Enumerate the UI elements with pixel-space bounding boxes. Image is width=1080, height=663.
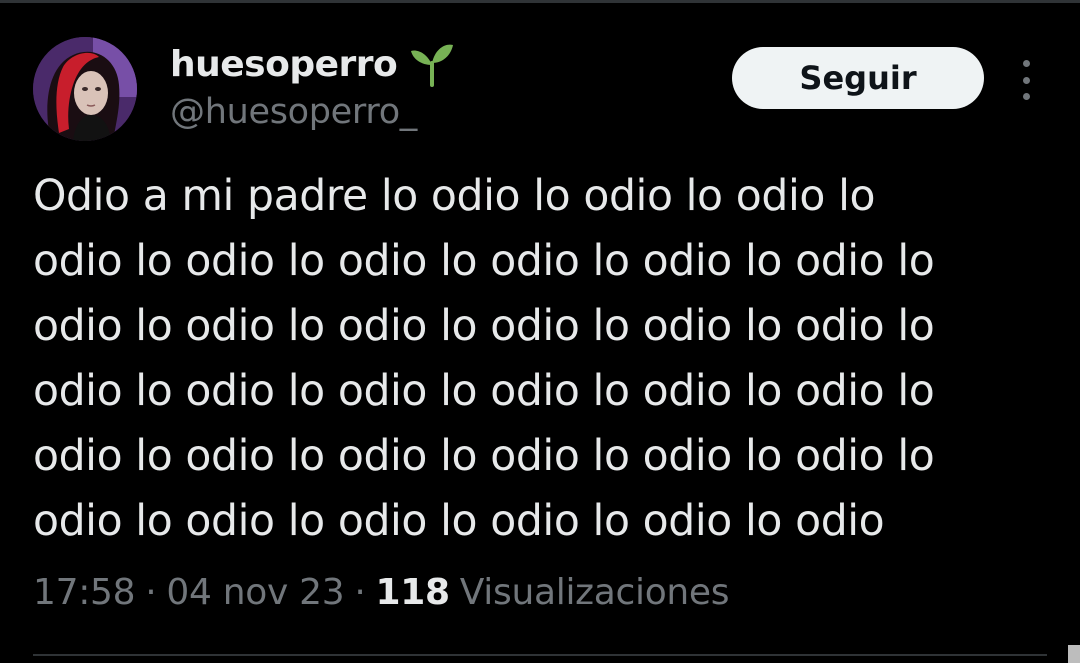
tweet-text-line: Odio a mi padre lo odio lo odio lo odio …	[33, 172, 876, 221]
tweet-text-line: odio lo odio lo odio lo odio lo odio lo …	[33, 237, 935, 286]
username-handle[interactable]: @huesoperro_	[170, 92, 417, 132]
avatar[interactable]	[33, 37, 137, 141]
tweet-text-line: odio lo odio lo odio lo odio lo odio lo …	[33, 367, 935, 416]
tweet-time[interactable]: 17:58	[33, 572, 136, 613]
bottom-divider	[33, 654, 1047, 656]
tweet-text-line: odio lo odio lo odio lo odio lo odio lo …	[33, 432, 935, 481]
tweet-text-line: odio lo odio lo odio lo odio lo odio lo …	[33, 497, 885, 546]
more-vertical-icon[interactable]	[1016, 60, 1036, 100]
tweet-date[interactable]: 04 nov 23	[166, 572, 344, 613]
follow-button[interactable]: Seguir	[732, 47, 984, 109]
views-label[interactable]: Visualizaciones	[460, 572, 730, 613]
sprout-icon	[409, 41, 455, 87]
views-count[interactable]: 118	[376, 572, 451, 613]
scrollbar-thumb[interactable]	[1068, 645, 1080, 663]
tweet-meta: 17:58 · 04 nov 23 · 118 Visualizaciones	[33, 572, 730, 613]
tweet-text: Odio a mi padre lo odio lo odio lo odio …	[33, 164, 1043, 554]
author-name-row: huesoperro	[170, 40, 455, 88]
avatar-picture	[33, 37, 137, 141]
display-name[interactable]: huesoperro	[170, 44, 398, 85]
top-divider	[0, 0, 1080, 3]
tweet-text-line: odio lo odio lo odio lo odio lo odio lo …	[33, 302, 935, 351]
meta-separator: ·	[145, 572, 157, 613]
meta-separator: ·	[354, 572, 366, 613]
